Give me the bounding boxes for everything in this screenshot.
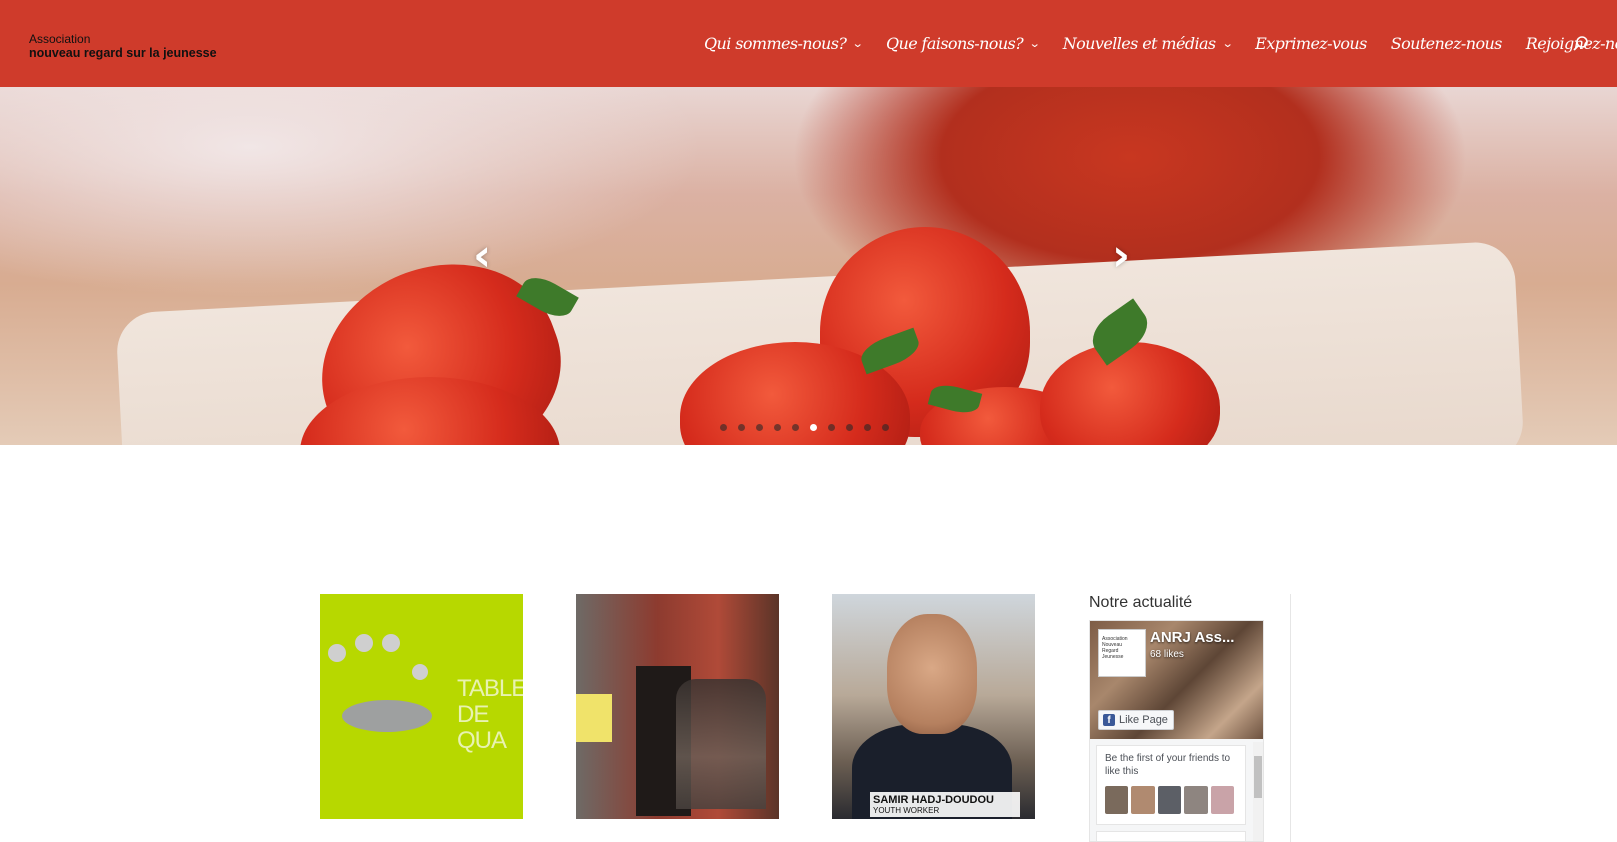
nav-item-qui-sommes-nous[interactable]: Qui sommes-nous? ⌄ — [704, 33, 864, 53]
portrait-face — [887, 614, 977, 734]
fb-scrollbar-thumb[interactable] — [1254, 756, 1262, 798]
nav-item-que-faisons-nous[interactable]: Que faisons-nous? ⌄ — [885, 33, 1041, 53]
chevron-down-icon: ⌄ — [1221, 36, 1233, 50]
avatar[interactable] — [1184, 786, 1208, 814]
card-title-line-1: TABLES — [457, 675, 523, 702]
yellow-panel — [576, 694, 612, 742]
caption-role: YOUTH WORKER — [873, 806, 940, 815]
fb-like-label: Like Page — [1119, 714, 1168, 726]
sidebar-divider — [1290, 594, 1291, 842]
fb-likes-count: 68 likes — [1150, 649, 1184, 660]
chevron-down-icon: ⌄ — [852, 36, 864, 50]
nav-label: Que faisons-nous? — [885, 33, 1024, 53]
logo-line-1: Association — [29, 32, 91, 46]
search-icon[interactable] — [1572, 35, 1590, 53]
hero-slider: ‹ › — [0, 87, 1617, 445]
caption-name: SAMIR HADJ-DOUDOU — [873, 794, 994, 806]
card-video-still[interactable]: SAMIR HADJ-DOUDOU YOUTH WORKER — [832, 594, 1035, 819]
site-header: Association nouveau regard sur la jeunes… — [0, 0, 1617, 87]
slider-dot[interactable] — [738, 424, 745, 431]
slider-dot[interactable] — [828, 424, 835, 431]
group-of-people — [676, 679, 766, 809]
fb-post-preview — [1096, 831, 1246, 841]
nav-label: Nouvelles et médias — [1062, 33, 1216, 53]
slider-dot[interactable] — [720, 424, 727, 431]
fb-friend-avatars — [1105, 786, 1237, 814]
slider-dot[interactable] — [882, 424, 889, 431]
avatar[interactable] — [1131, 786, 1155, 814]
nav-item-soutenez-nous[interactable]: Soutenez-nous — [1390, 33, 1503, 53]
slider-prev-arrow[interactable]: ‹ — [473, 234, 491, 278]
slider-dot[interactable] — [792, 424, 799, 431]
fb-scrollbar[interactable] — [1253, 742, 1263, 841]
person-figure — [328, 644, 346, 662]
facebook-icon: f — [1103, 714, 1115, 726]
nav-label: Qui sommes-nous? — [704, 33, 847, 53]
fb-logo-line: Jeunesse — [1102, 654, 1124, 660]
video-caption: SAMIR HADJ-DOUDOU YOUTH WORKER — [870, 792, 1020, 817]
card-tables-de-quartier[interactable]: TABLES DE QUA — [320, 594, 523, 819]
slider-next-arrow[interactable]: › — [1112, 234, 1130, 278]
slider-dot[interactable] — [846, 424, 853, 431]
card-title: TABLES DE QUA — [457, 676, 523, 754]
fb-profile-thumb[interactable]: Association Nouveau Regard Jeunesse — [1098, 629, 1146, 677]
chevron-down-icon: ⌄ — [1028, 36, 1041, 50]
avatar[interactable] — [1105, 786, 1129, 814]
nav-label: Soutenez-nous — [1390, 33, 1503, 53]
main-nav: Qui sommes-nous? ⌄ Que faisons-nous? ⌄ N… — [704, 30, 1617, 56]
sidebar-title: Notre actualité — [1089, 594, 1193, 611]
slider-dot-active[interactable] — [810, 424, 817, 431]
card-title-line-2: DE QUA — [457, 701, 507, 754]
nav-item-exprimez-vous[interactable]: Exprimez-vous — [1255, 34, 1367, 53]
fb-page-name[interactable]: ANRJ Ass... — [1150, 629, 1260, 646]
person-figure — [382, 634, 400, 652]
fb-like-page-button[interactable]: f Like Page — [1098, 710, 1174, 730]
table-illustration — [342, 700, 432, 732]
person-figure — [412, 664, 428, 680]
nav-item-nouvelles-et-medias[interactable]: Nouvelles et médias ⌄ — [1062, 33, 1233, 53]
avatar[interactable] — [1210, 786, 1235, 814]
slider-dot[interactable] — [756, 424, 763, 431]
card-street-photo[interactable] — [576, 594, 779, 819]
fb-friends-box: Be the first of your friends to like thi… — [1096, 745, 1246, 825]
slider-pagination — [720, 424, 900, 431]
fb-friends-text: Be the first of your friends to like thi… — [1105, 753, 1231, 777]
person-figure — [355, 634, 373, 652]
facebook-page-widget: Association Nouveau Regard Jeunesse ANRJ… — [1089, 620, 1264, 842]
nav-label: Exprimez-vous — [1255, 33, 1367, 53]
site-logo[interactable]: Association nouveau regard sur la jeunes… — [29, 32, 217, 61]
slider-dot[interactable] — [774, 424, 781, 431]
logo-line-2: nouveau regard sur la jeunesse — [29, 46, 217, 60]
slider-dot[interactable] — [864, 424, 871, 431]
avatar[interactable] — [1157, 786, 1182, 814]
